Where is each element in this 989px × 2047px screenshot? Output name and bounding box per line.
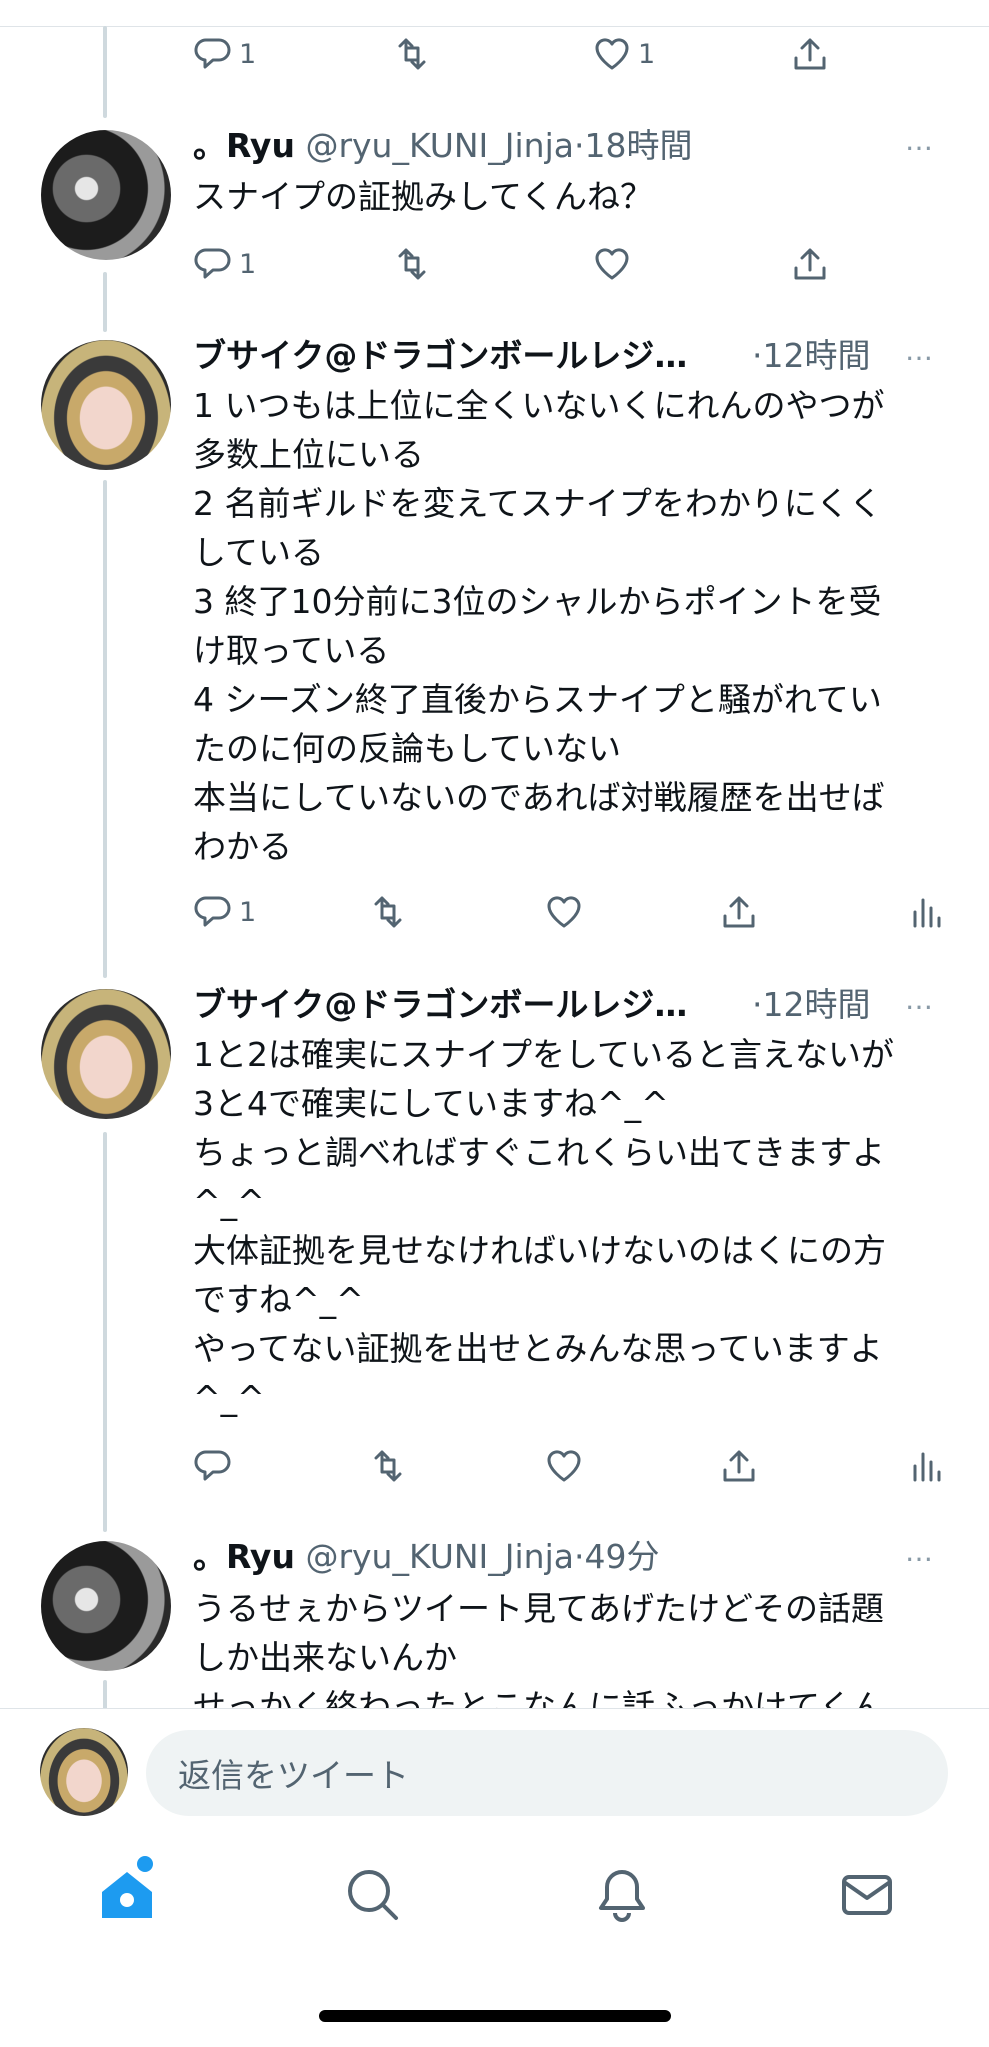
retweet-icon — [374, 896, 402, 928]
tweet-header: 。Ryu @ryu_KUNI_Jinja·49分 — [193, 1537, 659, 1577]
home-icon — [102, 1872, 152, 1918]
share-button[interactable] — [790, 34, 830, 74]
analytics-icon — [913, 1452, 941, 1482]
reply-button[interactable] — [193, 1446, 233, 1486]
share-icon — [794, 38, 826, 70]
timestamp: ·18時間 — [573, 126, 693, 165]
mail-icon — [842, 1875, 892, 1915]
retweet-button[interactable] — [368, 1446, 408, 1486]
like-button[interactable] — [592, 244, 632, 284]
like-count: 1 — [638, 38, 656, 70]
tweet-header: ブサイク@ドラゴンボールレジ… — [193, 985, 687, 1025]
share-icon — [794, 248, 826, 280]
tweet-text: 1と2は確実にスナイプをしていると言えないが 3と4で確実にしていますね^_^ … — [193, 1035, 895, 1417]
reply-count: 1 — [239, 38, 257, 70]
timestamp: ·49分 — [573, 1537, 660, 1576]
reply-button[interactable]: 1 — [193, 34, 256, 74]
reply-icon — [194, 248, 231, 279]
display-name[interactable]: ブサイク@ドラゴンボールレジ… — [193, 985, 687, 1024]
heart-icon — [547, 1450, 581, 1482]
thread-line — [103, 480, 107, 978]
reply-icon — [194, 896, 231, 927]
bell-icon — [599, 1870, 645, 1922]
display-name[interactable]: 。Ryu — [193, 126, 295, 165]
more-icon[interactable]: … — [905, 983, 935, 1016]
nav-messages[interactable] — [832, 1860, 902, 1930]
reply-input[interactable]: 返信をツイート — [146, 1730, 948, 1816]
timestamp: ·12時間 — [752, 985, 870, 1025]
share-icon — [723, 896, 755, 928]
avatar[interactable] — [41, 1541, 171, 1671]
like-button[interactable] — [544, 1446, 584, 1486]
thread-line — [103, 1680, 107, 1710]
retweet-button[interactable] — [392, 244, 432, 284]
nav-search[interactable] — [338, 1860, 408, 1930]
nav-notifications[interactable] — [587, 1860, 657, 1930]
more-icon[interactable]: … — [905, 124, 935, 157]
notification-dot — [137, 1856, 153, 1872]
retweet-icon — [398, 38, 426, 70]
tweet-text: スナイプの証拠みしてくんね？ — [193, 177, 654, 216]
share-button[interactable] — [790, 244, 830, 284]
tweet-header: ブサイク@ドラゴンボールレジ… — [193, 336, 687, 376]
timestamp-text: ·12時間 — [752, 985, 871, 1024]
top-divider — [0, 26, 989, 27]
like-button[interactable]: 1 — [592, 34, 655, 74]
reply-count: 1 — [239, 896, 257, 928]
retweet-button[interactable] — [392, 34, 432, 74]
reply-icon — [194, 38, 231, 69]
timestamp-text: ·12時間 — [752, 336, 871, 375]
avatar[interactable] — [41, 340, 171, 470]
reply-button[interactable]: 1 — [193, 244, 256, 284]
analytics-icon — [913, 898, 941, 928]
thread-line — [103, 272, 107, 332]
share-button[interactable] — [719, 1446, 759, 1486]
retweet-button[interactable] — [368, 892, 408, 932]
thread-line — [103, 1132, 107, 1532]
tweet-text: 1 いつもは上位に全くいないくにれんのやつが 多数上位にいる 2 名前ギルドを変… — [193, 386, 885, 866]
more-icon[interactable]: … — [905, 1535, 935, 1568]
share-icon — [723, 1450, 755, 1482]
analytics-button[interactable] — [905, 892, 945, 932]
reply-divider — [0, 1708, 989, 1709]
handle[interactable]: @ryu_KUNI_Jinja — [305, 126, 574, 165]
avatar[interactable] — [41, 989, 171, 1119]
handle[interactable]: @ryu_KUNI_Jinja — [305, 1537, 574, 1576]
more-icon[interactable]: … — [905, 334, 935, 367]
heart-icon — [595, 38, 629, 70]
retweet-icon — [398, 248, 426, 280]
tweet-text: うるせぇからツイート見てあげたけどその話題 しか出来ないんか せっかく終わったと… — [193, 1589, 886, 1708]
avatar[interactable] — [41, 130, 171, 260]
reply-count: 1 — [239, 248, 257, 280]
avatar[interactable] — [40, 1728, 128, 1816]
reply-icon — [194, 1450, 231, 1481]
like-button[interactable] — [544, 892, 584, 932]
reply-placeholder: 返信をツイート — [178, 1756, 409, 1795]
heart-icon — [595, 248, 629, 280]
home-indicator[interactable] — [319, 2010, 671, 2022]
nav-home[interactable] — [92, 1860, 162, 1930]
heart-icon — [547, 896, 581, 928]
thread-line — [103, 26, 107, 118]
search-icon — [348, 1870, 398, 1920]
reply-button[interactable]: 1 — [193, 892, 256, 932]
retweet-icon — [374, 1450, 402, 1482]
share-button[interactable] — [719, 892, 759, 932]
display-name[interactable]: 。Ryu — [193, 1537, 295, 1576]
tweet-header: 。Ryu @ryu_KUNI_Jinja·18時間 — [193, 126, 692, 166]
analytics-button[interactable] — [905, 1446, 945, 1486]
timestamp: ·12時間 — [752, 336, 870, 376]
display-name[interactable]: ブサイク@ドラゴンボールレジ… — [193, 336, 687, 375]
